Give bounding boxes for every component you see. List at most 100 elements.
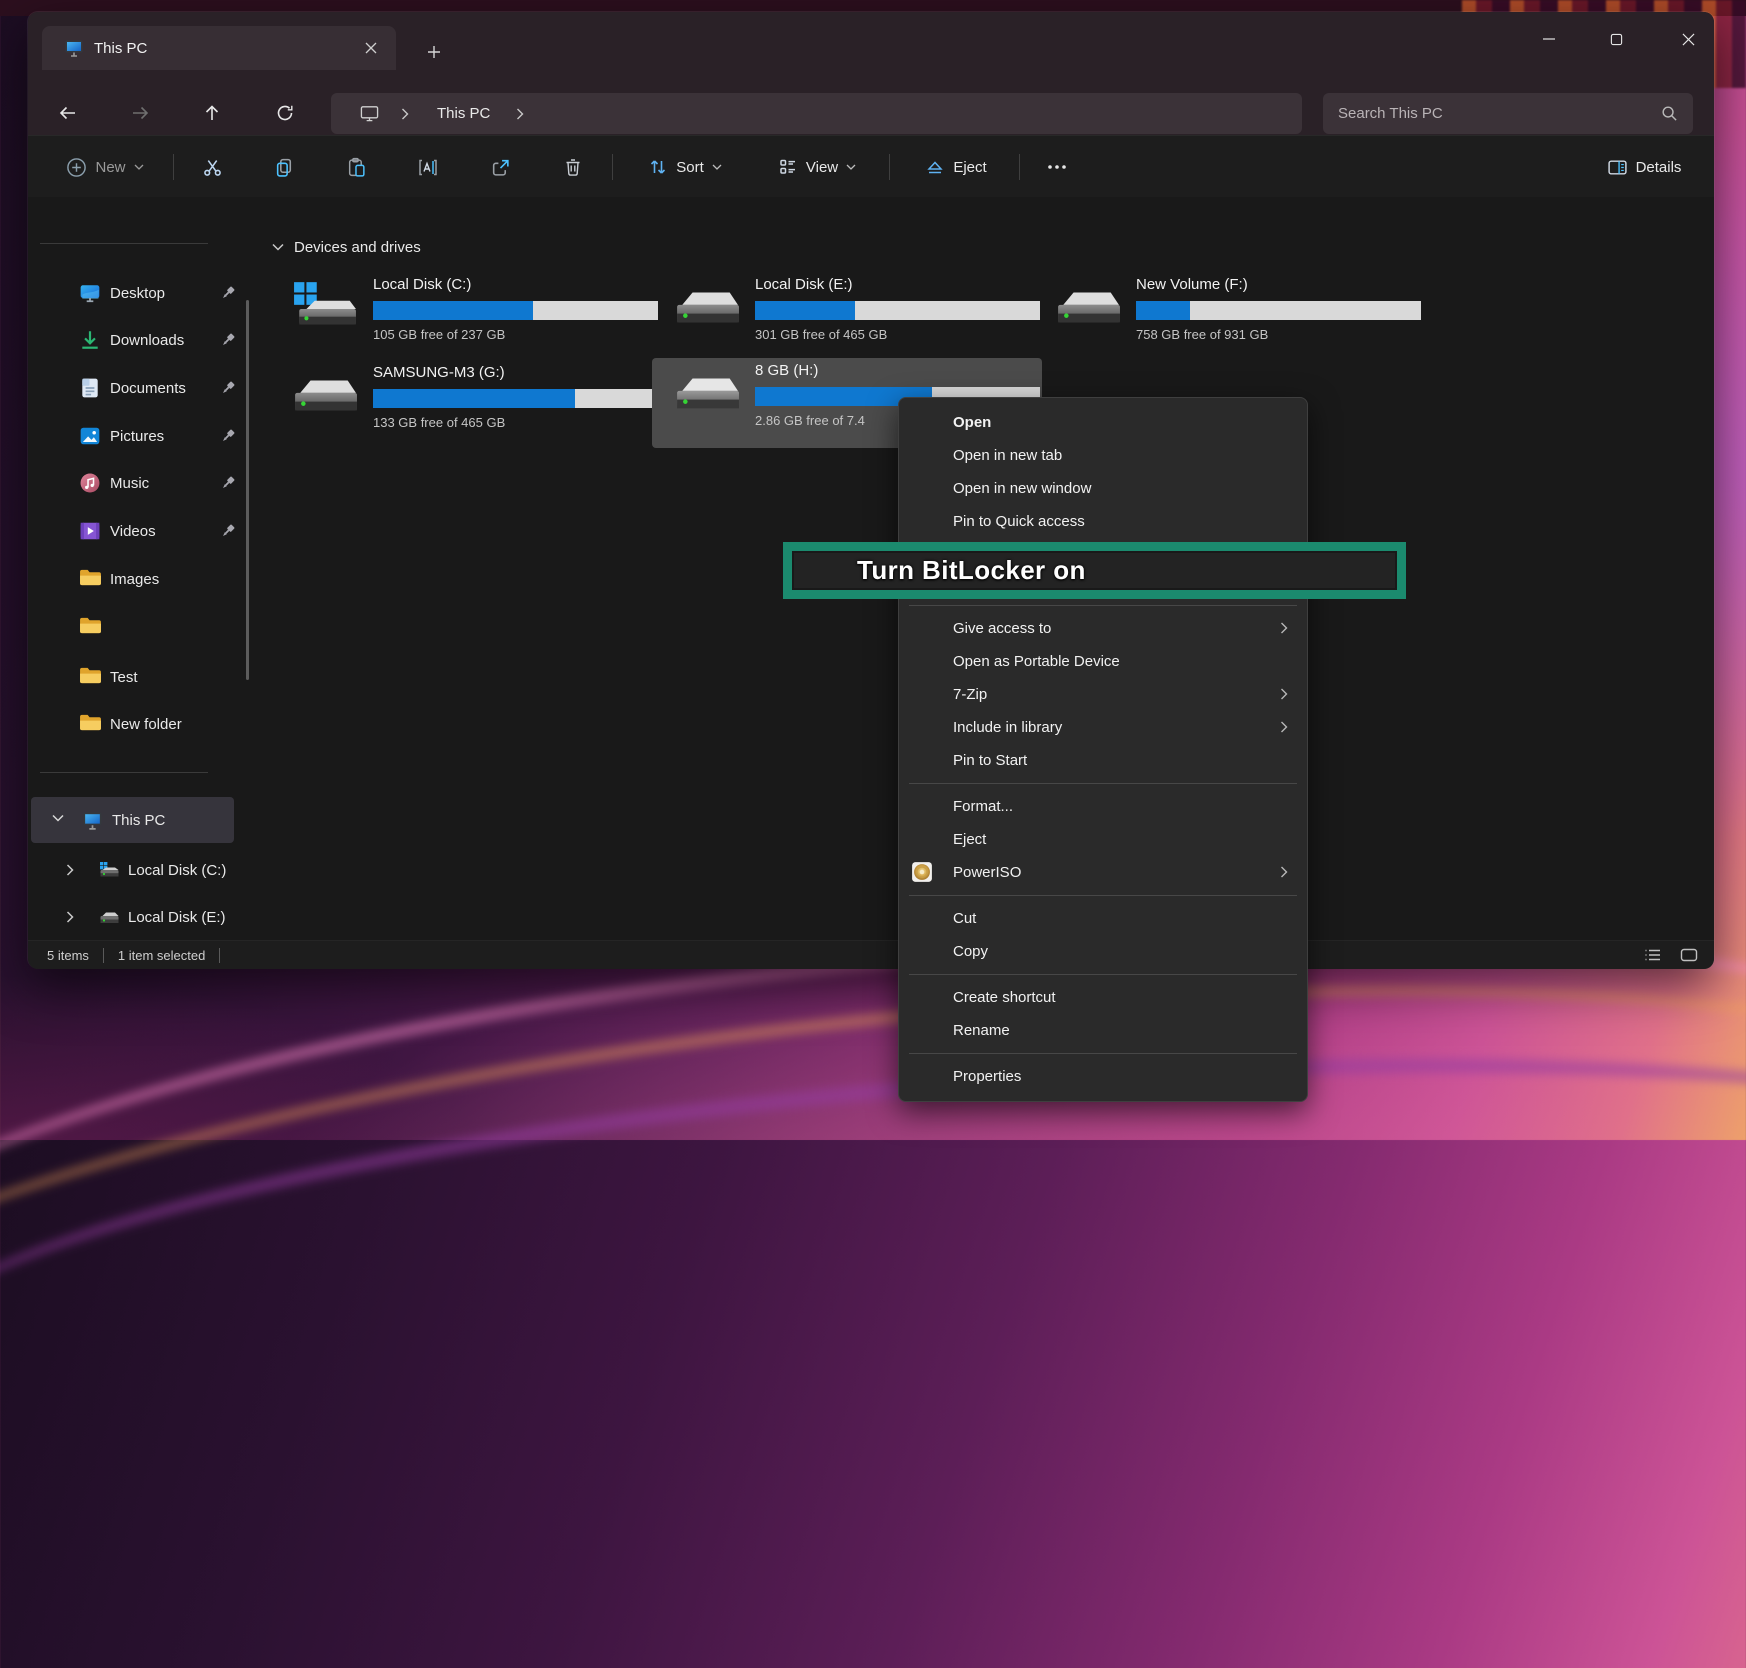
drive-free-space: 758 GB free of 931 GB [1136, 327, 1268, 342]
scissors-icon [202, 157, 223, 178]
trash-icon [563, 157, 583, 177]
paste-button[interactable] [336, 147, 376, 187]
divider [103, 948, 104, 963]
chevron-right-icon [66, 911, 78, 923]
icons-view-toggle[interactable] [1680, 948, 1698, 962]
menu-item-include-in-library[interactable]: Include in library [899, 711, 1307, 744]
context-menu: Open Open in new tab Open in new window … [898, 397, 1308, 1102]
drive-icon [674, 368, 740, 424]
up-button[interactable] [194, 95, 230, 131]
menu-item-rename[interactable]: Rename [899, 1014, 1307, 1047]
pin-icon [220, 523, 236, 539]
sidebar-item-this-pc[interactable]: This PC [31, 797, 234, 843]
eject-button[interactable]: Eject [908, 147, 1004, 187]
tab-close-icon[interactable] [358, 35, 384, 61]
menu-item-turn-bitlocker-on[interactable]: Turn BitLocker on [794, 555, 1086, 586]
chevron-right-icon [516, 108, 528, 120]
details-button[interactable]: Details [1588, 147, 1700, 187]
copy-icon [274, 157, 295, 178]
menu-item-open-as-portable-device[interactable]: Open as Portable Device [899, 645, 1307, 678]
capacity-bar [373, 301, 658, 320]
videos-icon [79, 520, 101, 542]
menu-item-eject[interactable]: Eject [899, 823, 1307, 856]
share-button[interactable] [480, 147, 520, 187]
sidebar-item-desktop[interactable]: Desktop [52, 276, 250, 310]
menu-item-poweriso[interactable]: PowerISO [899, 856, 1307, 889]
breadcrumb[interactable]: This PC [331, 93, 1302, 134]
new-tab-button[interactable] [420, 38, 448, 66]
chevron-right-icon [1280, 688, 1289, 701]
section-devices-and-drives[interactable]: Devices and drives [272, 234, 421, 260]
minimize-button[interactable] [1526, 22, 1572, 56]
menu-item-create-shortcut[interactable]: Create shortcut [899, 981, 1307, 1014]
search-box[interactable] [1323, 93, 1693, 134]
menu-separator [909, 895, 1297, 896]
chevron-right-icon [1280, 721, 1289, 734]
close-button[interactable] [1665, 22, 1711, 56]
sidebar-item-music[interactable]: Music [52, 466, 250, 500]
sort-arrows-icon [648, 157, 668, 177]
pin-icon [220, 285, 236, 301]
pin-icon [220, 475, 236, 491]
maximize-button[interactable] [1593, 22, 1639, 56]
menu-item-7zip[interactable]: 7-Zip [899, 678, 1307, 711]
drive-name: Local Disk (C:) [373, 276, 471, 293]
menu-item-open-in-new-window[interactable]: Open in new window [899, 472, 1307, 505]
bitlocker-annotation-box: Turn BitLocker on [783, 542, 1406, 599]
sidebar-item-videos[interactable]: Videos [52, 514, 250, 548]
sidebar-item-pictures[interactable]: Pictures [52, 419, 250, 453]
menu-item-format[interactable]: Format... [899, 790, 1307, 823]
rename-button[interactable] [408, 147, 448, 187]
back-button[interactable] [50, 95, 86, 131]
menu-item-properties[interactable]: Properties [899, 1060, 1307, 1093]
sidebar-item-documents[interactable]: Documents [52, 371, 250, 405]
capacity-bar [1136, 301, 1421, 320]
sidebar-item-images[interactable]: Images [52, 562, 250, 596]
breadcrumb-location[interactable]: This PC [437, 105, 490, 122]
drive-name: Local Disk (E:) [755, 276, 853, 293]
menu-item-open[interactable]: Open [899, 406, 1307, 439]
sidebar-scrollbar[interactable] [246, 300, 249, 680]
sidebar-item-local-disk-c[interactable]: Local Disk (C:) [31, 853, 234, 887]
drive-tile-new-volume-f[interactable]: New Volume (F:) 758 GB free of 931 GB [1033, 272, 1423, 362]
search-icon[interactable] [1661, 105, 1678, 122]
drive-free-space: 301 GB free of 465 GB [755, 327, 887, 342]
pin-icon [220, 332, 236, 348]
folder-icon [79, 568, 101, 590]
more-options-button[interactable] [1037, 147, 1077, 187]
drive-name: SAMSUNG-M3 (G:) [373, 364, 505, 381]
drive-tile-local-disk-e[interactable]: Local Disk (E:) 301 GB free of 465 GB [652, 272, 1042, 362]
chevron-down-icon [272, 243, 284, 251]
sort-button[interactable]: Sort [630, 147, 740, 187]
menu-item-cut[interactable]: Cut [899, 902, 1307, 935]
sidebar-item-test[interactable]: Test [52, 660, 250, 694]
copy-button[interactable] [264, 147, 304, 187]
new-button[interactable]: New [46, 147, 164, 187]
menu-item-open-in-new-tab[interactable]: Open in new tab [899, 439, 1307, 472]
menu-item-pin-to-quick-access[interactable]: Pin to Quick access [899, 505, 1307, 538]
details-view-toggle[interactable] [1644, 948, 1662, 962]
view-button[interactable]: View [761, 147, 873, 187]
search-input[interactable] [1323, 105, 1661, 122]
divider [219, 948, 220, 963]
sidebar-item-downloads[interactable]: Downloads [52, 323, 250, 357]
drive-icon [98, 909, 120, 926]
sidebar-item-new-folder[interactable]: New folder [52, 707, 250, 741]
menu-separator [909, 1053, 1297, 1054]
drive-free-space: 105 GB free of 237 GB [373, 327, 505, 342]
menu-item-give-access-to[interactable]: Give access to [899, 612, 1307, 645]
refresh-button[interactable] [267, 95, 303, 131]
cut-button[interactable] [192, 147, 232, 187]
sidebar-item-folder[interactable] [52, 610, 250, 644]
tab-this-pc[interactable]: This PC [42, 26, 396, 70]
new-label: New [95, 159, 125, 176]
delete-button[interactable] [553, 147, 593, 187]
drive-icon [1055, 282, 1121, 338]
details-pane-icon [1607, 157, 1628, 178]
drive-tile-local-disk-c[interactable]: Local Disk (C:) 105 GB free of 237 GB [270, 272, 660, 362]
menu-item-copy[interactable]: Copy [899, 935, 1307, 968]
forward-button[interactable] [122, 95, 158, 131]
sidebar-item-local-disk-e[interactable]: Local Disk (E:) [31, 900, 234, 934]
menu-item-pin-to-start[interactable]: Pin to Start [899, 744, 1307, 777]
drive-tile-samsung-m3-g[interactable]: SAMSUNG-M3 (G:) 133 GB free of 465 GB [270, 360, 660, 450]
